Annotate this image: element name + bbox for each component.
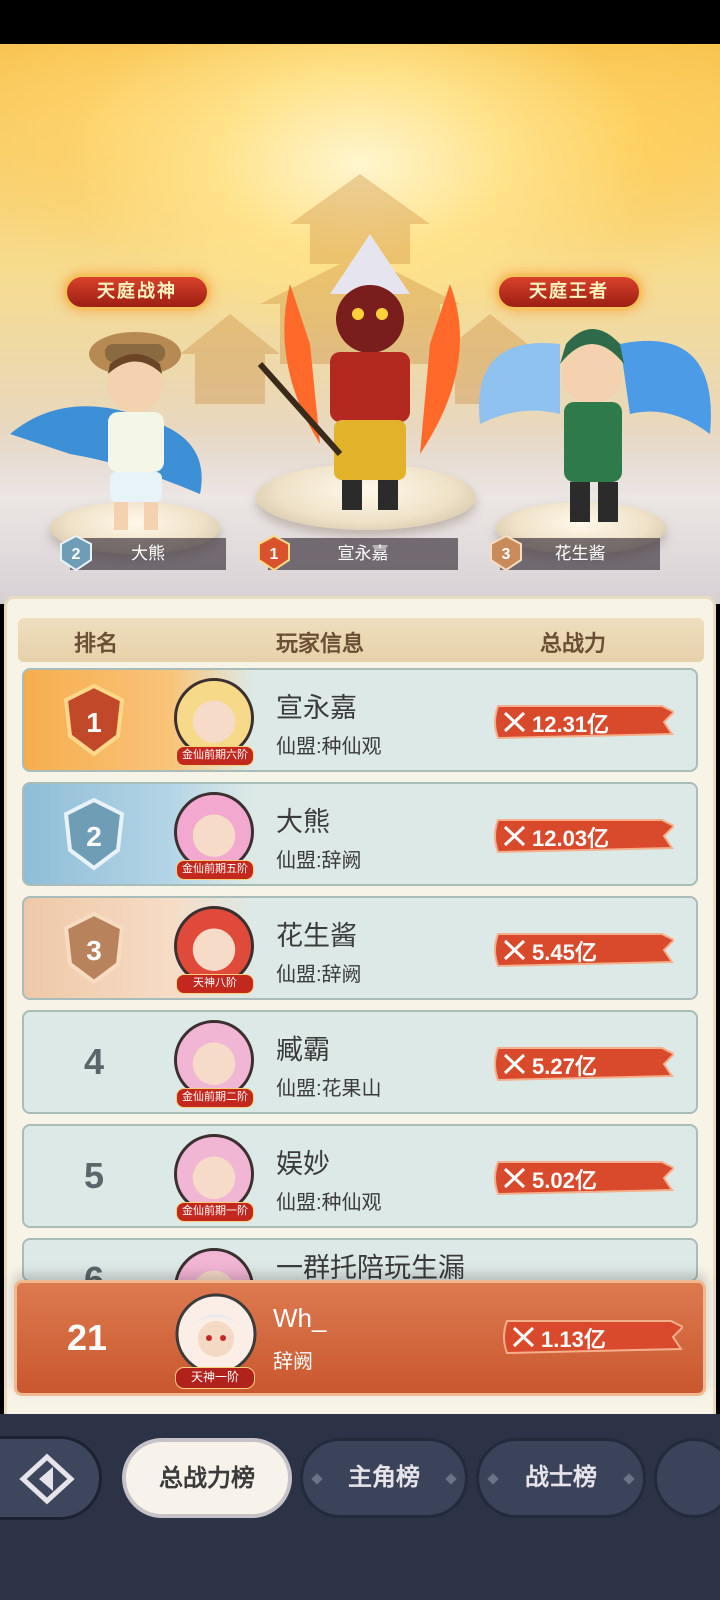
player-guild: 仙盟:辞阙 [276,964,362,986]
avatar-tag: 金仙前期一阶 [176,1202,254,1222]
rank-badge-icon: 2 [63,797,125,871]
my-rank-row[interactable]: 21 天神一阶 Wh_ 辞阙 1.13亿 [14,1280,706,1396]
status-bar [0,0,720,44]
tab-warrior[interactable]: 战士榜 [476,1438,646,1518]
table-row[interactable]: 3 天神八阶 花生酱仙盟:辞阙 5.45亿 [22,896,698,1000]
nameplate-third: 花生酱 [500,538,660,570]
table-row[interactable]: 5 金仙前期一阶 娱妙仙盟:种仙观 5.02亿 [22,1124,698,1228]
rank-number: 1 [86,707,102,738]
rank-badge-third-icon: 3 [490,534,522,572]
power-badge: 5.02亿 [492,1160,674,1196]
player-name: 大熊 [276,807,330,837]
player-guild: 仙盟:种仙观 [276,1192,382,1214]
player-guild: 仙盟:花果山 [276,1078,382,1100]
rank-number: 6 [83,1259,105,1282]
podium-rank-third: 3 [502,546,511,563]
podium-scene: 天庭战神 天庭王者 大熊 2 宣永嘉 1 花生酱 3 [0,44,720,604]
rank-number: 2 [86,821,102,852]
tab-warrior-label: 战士榜 [525,1464,597,1491]
nameplate-first: 宣永嘉 [268,538,458,570]
podium-rank-second: 2 [72,546,81,563]
title-banner-second: 天庭战神 [64,274,210,310]
power-value: 12.31亿 [532,712,610,737]
character-first[interactable] [250,224,490,524]
sword-icon [503,939,526,961]
player-avatar[interactable] [174,1248,254,1280]
sword-icon [503,1167,526,1189]
table-row[interactable]: 4 金仙前期二阶 臧霸仙盟:花果山 5.27亿 [22,1010,698,1114]
sword-icon [503,711,526,733]
table-row[interactable]: 2 金仙前期五阶 大熊仙盟:辞阙 12.03亿 [22,782,698,886]
power-value: 5.27亿 [532,1054,597,1079]
my-power-value: 1.13亿 [541,1327,606,1352]
header-info: 玩家信息 [276,631,365,656]
tab-left-diamond-icon [311,1473,323,1485]
power-value: 5.45亿 [532,940,597,965]
tab-hero-label: 主角榜 [348,1464,420,1491]
rank-badge-icon: 3 [63,911,125,985]
table-row[interactable]: 1 金仙前期六阶 宣永嘉仙盟:种仙观 12.31亿 [22,668,698,772]
rank-badge-icon: 1 [63,683,125,757]
my-name: Wh_ [273,1303,327,1333]
player-name: 一群托陪玩生漏 [276,1253,465,1282]
player-name: 臧霸 [276,1035,330,1065]
my-guild: 辞阙 [273,1351,313,1373]
podium-name-first: 宣永嘉 [337,544,389,563]
bottom-tab-bar: 总战力榜 主角榜 战士榜 [0,1414,720,1600]
table-row[interactable]: 6 一群托陪玩生漏 [22,1238,698,1282]
player-name: 花生酱 [276,921,357,951]
podium-rank-first: 1 [270,546,279,563]
rank-number: 5 [83,1155,105,1196]
power-badge: 12.03亿 [492,818,674,854]
sword-icon [503,1053,526,1075]
character-third[interactable] [470,304,720,544]
my-rank: 21 [66,1317,108,1358]
podium-name-third: 花生酱 [554,544,606,563]
tab-more[interactable] [654,1438,720,1518]
rank-badge-second-icon: 2 [60,534,92,572]
my-power-badge: 1.13亿 [501,1319,683,1355]
avatar-tag: 金仙前期二阶 [176,1088,254,1108]
rank-badge-first-icon: 1 [258,534,290,572]
table-header: 排名 玩家信息 总战力 [18,618,704,662]
rank-number: 4 [83,1041,105,1082]
title-banner-third: 天庭王者 [496,274,642,310]
player-guild: 仙盟:种仙观 [276,736,382,758]
tab-total-power[interactable]: 总战力榜 [122,1438,292,1518]
avatar-tag: 金仙前期五阶 [176,860,254,880]
power-value: 12.03亿 [532,826,610,851]
player-name: 娱妙 [276,1149,330,1179]
power-value: 5.02亿 [532,1168,597,1193]
tab-left-diamond-icon [487,1473,499,1485]
avatar-tag: 金仙前期六阶 [176,746,254,766]
sword-icon [503,825,526,847]
tab-right-diamond-icon [445,1473,457,1485]
player-guild: 仙盟:辞阙 [276,850,362,872]
header-rank: 排名 [74,631,119,656]
tab-right-diamond-icon [623,1473,635,1485]
avatar-tag: 天神八阶 [176,974,254,994]
character-second[interactable] [10,294,230,534]
header-power: 总战力 [540,631,607,656]
power-badge: 5.45亿 [492,932,674,968]
tab-hero[interactable]: 主角榜 [300,1438,468,1518]
back-button[interactable] [0,1436,102,1520]
rank-number: 3 [86,935,102,966]
my-avatar[interactable] [175,1293,257,1375]
sword-icon [512,1326,535,1348]
podium-name-second: 大熊 [131,544,165,563]
power-badge: 12.31亿 [492,704,674,740]
power-badge: 5.27亿 [492,1046,674,1082]
my-avatar-tag: 天神一阶 [175,1367,255,1389]
player-name: 宣永嘉 [276,693,357,723]
back-icon [19,1453,75,1505]
